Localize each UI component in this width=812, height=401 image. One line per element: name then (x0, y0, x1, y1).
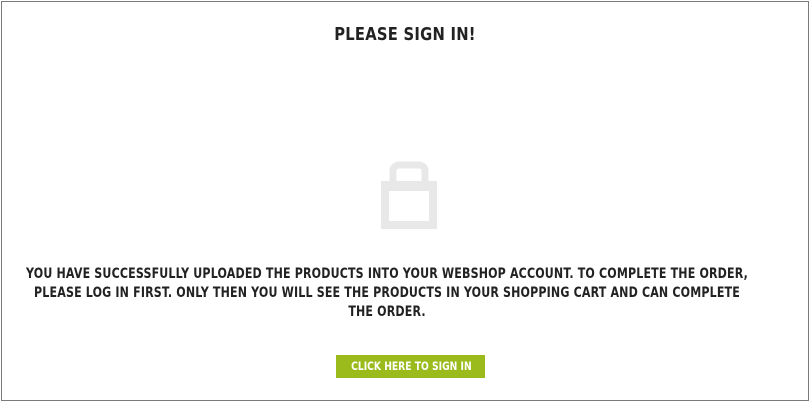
dialog-message-text: YOU HAVE SUCCESSFULLY UPLOADED THE PRODU… (26, 266, 748, 320)
sign-in-dialog: PLEASE SIGN IN! YOU HAVE SUCCESSFULLY UP… (1, 1, 809, 401)
sign-in-button[interactable]: CLICK HERE TO SIGN IN (336, 355, 485, 378)
dialog-title: PLEASE SIGN IN! (334, 24, 476, 45)
dialog-message: YOU HAVE SUCCESSFULLY UPLOADED THE PRODU… (22, 265, 788, 322)
shopping-bag-icon (381, 161, 437, 229)
sign-in-button-label: CLICK HERE TO SIGN IN (351, 359, 472, 373)
